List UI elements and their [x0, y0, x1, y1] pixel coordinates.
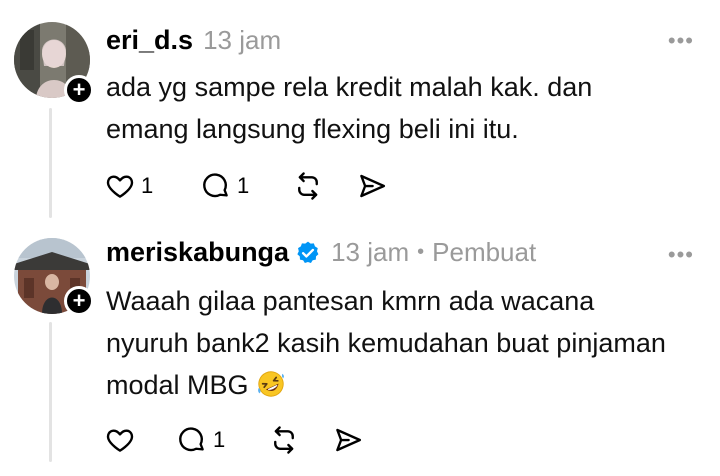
- reply-button[interactable]: 1: [201, 170, 293, 202]
- more-options-button[interactable]: •••: [668, 30, 694, 52]
- like-count: 1: [141, 173, 154, 198]
- heart-icon: [106, 429, 134, 452]
- repost-icon: [274, 426, 294, 454]
- follow-button[interactable]: +: [64, 286, 94, 316]
- like-button[interactable]: 1: [105, 170, 201, 202]
- post-text-line: modal MBG: [106, 364, 706, 406]
- post-text-line-content: modal MBG: [106, 370, 249, 400]
- timestamp: 13 jam: [203, 25, 282, 55]
- share-button[interactable]: [333, 424, 363, 456]
- repost-button[interactable]: [293, 170, 357, 202]
- verified-icon: [297, 241, 319, 263]
- share-icon: [360, 174, 386, 198]
- post-text-line: Waaah gilaa pantesan kmrn ada wacana: [106, 286, 595, 316]
- author-tag: Pembuat: [432, 237, 537, 267]
- post-text-line: nyuruh bank2 kasih kemudahan buat pinjam…: [106, 328, 666, 358]
- thread-post: + meriskabunga 13 jam • Pembuat ••• Waaa…: [0, 222, 720, 476]
- post-header: eri_d.s 13 jam: [106, 25, 281, 56]
- repost-icon: [298, 172, 318, 200]
- post-text: ada yg sampe rela kredit malah kak. dan …: [106, 66, 706, 150]
- username[interactable]: meriskabunga: [106, 237, 289, 268]
- username[interactable]: eri_d.s: [106, 25, 193, 56]
- post-text-line: emang langsung flexing beli ini itu.: [106, 114, 519, 144]
- reply-icon: [203, 173, 228, 198]
- reply-count: 1: [213, 427, 226, 452]
- action-bar: 1: [105, 424, 363, 456]
- repost-button[interactable]: [269, 424, 333, 456]
- thread-connector-line: [49, 108, 52, 218]
- reply-count: 1: [237, 173, 250, 198]
- timestamp: 13 jam: [331, 237, 410, 267]
- like-button[interactable]: [105, 424, 177, 456]
- thread-connector-line: [49, 322, 52, 462]
- more-options-button[interactable]: •••: [668, 244, 694, 266]
- action-bar: 1 1: [105, 170, 387, 202]
- reply-button[interactable]: 1: [177, 424, 269, 456]
- thread-post: + eri_d.s 13 jam ••• ada yg sampe rela k…: [0, 0, 720, 222]
- rolling-on-the-floor-laughing-emoji-icon: [258, 371, 284, 397]
- heart-icon: [106, 175, 134, 198]
- share-button[interactable]: [357, 170, 387, 202]
- post-text: Waaah gilaa pantesan kmrn ada wacana nyu…: [106, 280, 706, 406]
- post-text-line: ada yg sampe rela kredit malah kak. dan: [106, 72, 593, 102]
- separator-dot: •: [417, 241, 425, 263]
- post-header: meriskabunga 13 jam • Pembuat: [106, 237, 536, 268]
- share-icon: [336, 428, 362, 452]
- reply-icon: [179, 427, 204, 452]
- follow-button[interactable]: +: [64, 75, 94, 105]
